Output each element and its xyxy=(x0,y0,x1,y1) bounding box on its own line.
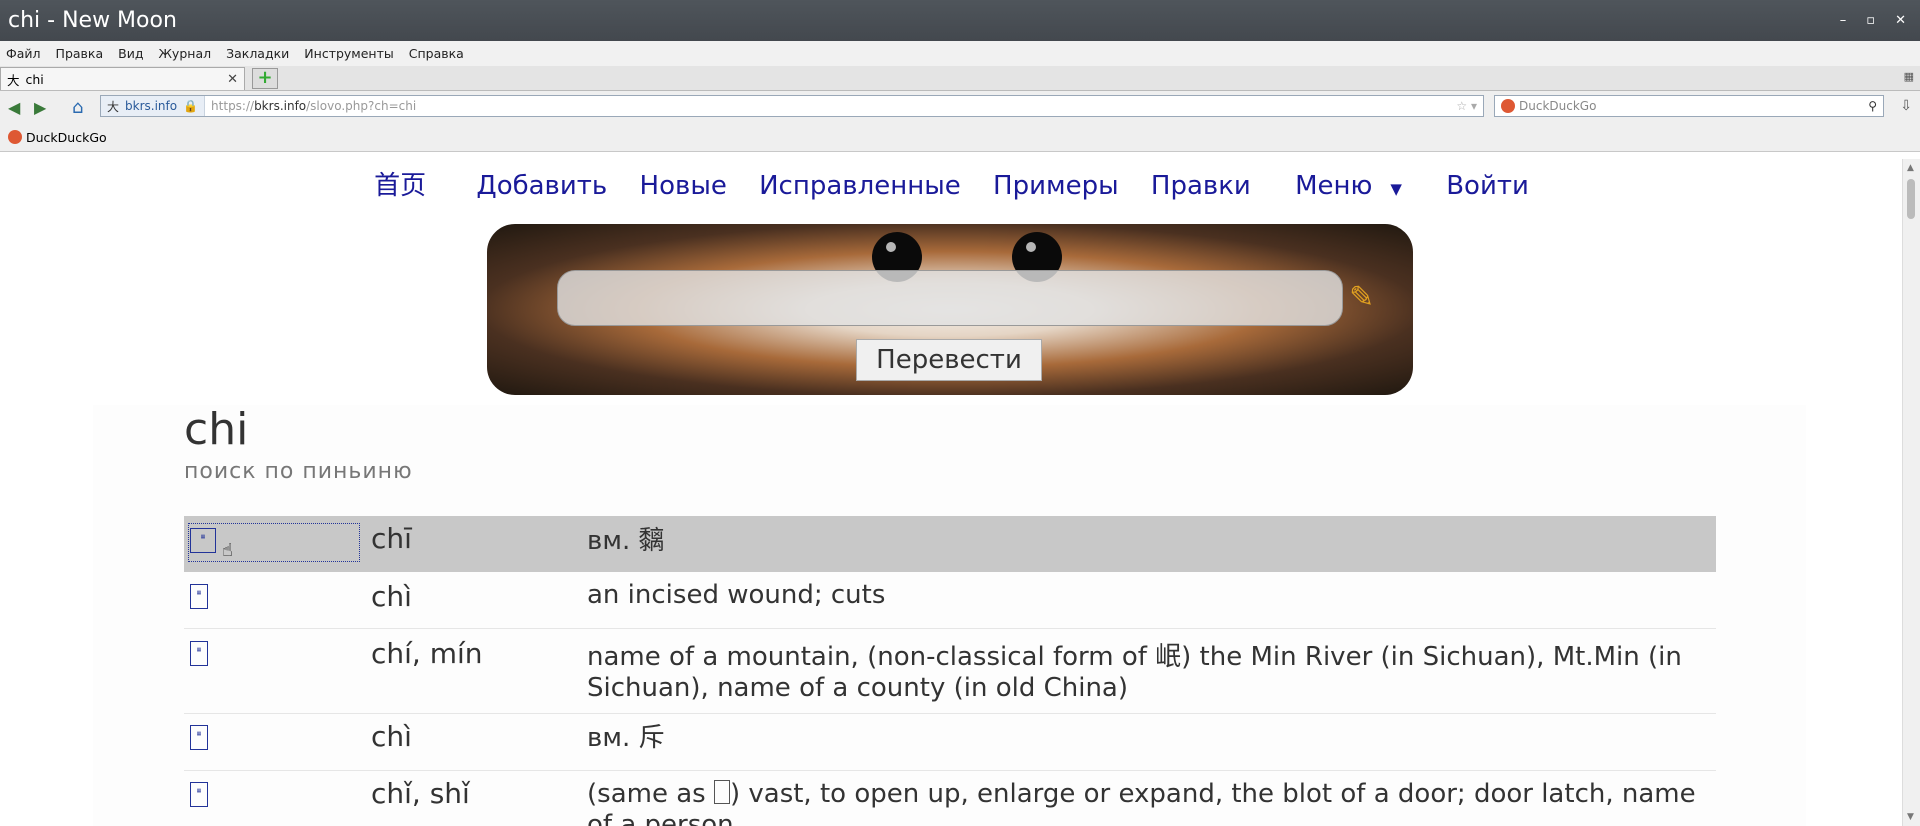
search-banner: ✎ Перевести xyxy=(487,224,1413,395)
site-favicon-icon: 大 xyxy=(107,99,120,114)
scroll-down-icon[interactable]: ▼ xyxy=(1907,812,1914,822)
window-controls: – ▫ ✕ xyxy=(1840,13,1906,28)
definition: (same as ) vast, to open up, enlarge or … xyxy=(587,779,1697,826)
tab-chi[interactable]: 大 chi ✕ xyxy=(0,67,245,90)
vertical-scrollbar[interactable]: ▲ ▼ xyxy=(1902,159,1920,826)
bookmarks-toolbar: DuckDuckGo xyxy=(0,123,1920,152)
translate-input[interactable] xyxy=(557,270,1343,326)
menu-edit[interactable]: Правка xyxy=(56,46,104,61)
nav-login[interactable]: Войти xyxy=(1446,171,1529,201)
url-path: /slovo.php?ch=chi xyxy=(306,99,417,113)
page-content: 首页 Добавить Новые Исправленные Примеры П… xyxy=(0,159,1903,826)
url-bar[interactable]: 大 bkrs.info 🔒 https://bkrs.info/slovo.ph… xyxy=(100,95,1484,117)
url-domain: bkrs.info xyxy=(254,99,307,113)
forward-icon[interactable]: ▶ xyxy=(34,98,52,117)
definition-before: (same as xyxy=(587,779,706,809)
search-placeholder: DuckDuckGo xyxy=(1519,99,1597,113)
duckduckgo-icon xyxy=(8,130,22,144)
table-row[interactable]: ▦ chǐ, shǐ (same as ) vast, to open up, … xyxy=(184,771,1716,826)
bookmark-duckduckgo[interactable]: DuckDuckGo xyxy=(26,130,107,145)
table-row[interactable]: ▦ chí, mín name of a mountain, (non-clas… xyxy=(184,629,1716,714)
menu-history[interactable]: Журнал xyxy=(158,46,211,61)
table-row[interactable]: ▦ chì an incised wound; cuts xyxy=(184,572,1716,629)
menu-file[interactable]: Файл xyxy=(6,46,41,61)
menu-bookmarks[interactable]: Закладки xyxy=(226,46,289,61)
nav-menu[interactable]: Меню ▼ xyxy=(1283,171,1414,201)
definition: name of a mountain, (non-classical form … xyxy=(587,642,1682,703)
tab-label: chi xyxy=(25,71,44,87)
scrollbar-thumb[interactable] xyxy=(1907,179,1915,219)
page-subtitle: поиск по пиньиню xyxy=(184,459,413,484)
table-row[interactable]: ▦ ☝ chī вм. 黐 xyxy=(184,516,1716,572)
search-bar[interactable]: DuckDuckGo ⚲ xyxy=(1494,95,1884,117)
definition-after: ) vast, to open up, enlarge or expand, t… xyxy=(587,779,1696,826)
character-image-icon[interactable]: ▦ xyxy=(190,725,208,750)
nav-home[interactable]: 首页 xyxy=(374,171,426,201)
pinyin: chì xyxy=(371,720,412,753)
site-favicon-icon: 大 xyxy=(7,72,20,88)
bookmark-star-icon[interactable]: ☆ ▾ xyxy=(1456,99,1477,113)
window-title: chi - New Moon xyxy=(8,8,177,33)
close-tab-icon[interactable]: ✕ xyxy=(227,72,238,87)
lock-icon: 🔒 xyxy=(183,99,199,113)
pinyin: chǐ, shǐ xyxy=(371,777,470,810)
back-icon[interactable]: ◀ xyxy=(8,98,26,117)
identity-label: bkrs.info xyxy=(125,99,178,113)
scroll-up-icon[interactable]: ▲ xyxy=(1907,163,1914,173)
downloads-icon[interactable]: ⇩ xyxy=(1900,98,1912,114)
home-icon[interactable]: ⌂ xyxy=(72,97,83,118)
pinyin: chì xyxy=(371,580,412,613)
table-row[interactable]: ▦ chì вм. 斥 xyxy=(184,714,1716,771)
menu-tools[interactable]: Инструменты xyxy=(304,46,393,61)
nav-add[interactable]: Добавить xyxy=(476,171,607,201)
duckduckgo-icon[interactable] xyxy=(1501,99,1515,113)
menu-view[interactable]: Вид xyxy=(118,46,143,61)
character-image-icon[interactable]: ▦ xyxy=(190,641,208,666)
menu-help[interactable]: Справка xyxy=(409,46,464,61)
site-navigation: 首页 Добавить Новые Исправленные Примеры П… xyxy=(0,165,1903,202)
nav-menu-label: Меню xyxy=(1295,171,1373,201)
character-image-icon[interactable]: ▦ xyxy=(190,782,208,807)
menubar: Файл Правка Вид Журнал Закладки Инструме… xyxy=(0,41,1920,66)
results-table: ▦ ☝ chī вм. 黐 ▦ chì an incised wound; cu… xyxy=(184,516,1716,826)
missing-glyph-icon xyxy=(713,780,730,804)
nav-examples[interactable]: Примеры xyxy=(993,171,1119,201)
navigation-toolbar: ◀ ▶ ⌂ 大 bkrs.info 🔒 https://bkrs.info/sl… xyxy=(0,91,1920,123)
tab-strip: 大 chi ✕ + ▦ xyxy=(0,66,1920,91)
character-image-icon[interactable]: ▦ xyxy=(190,584,208,609)
hand-cursor-icon: ☝ xyxy=(222,540,233,561)
definition: вм. 斥 xyxy=(587,723,665,753)
new-tab-button[interactable]: + xyxy=(252,68,278,89)
nav-corrected[interactable]: Исправленные xyxy=(759,171,961,201)
nav-edits[interactable]: Правки xyxy=(1151,171,1251,201)
url-prefix: https:// xyxy=(211,99,255,113)
pencil-icon[interactable]: ✎ xyxy=(1349,280,1374,315)
nav-new[interactable]: Новые xyxy=(640,171,727,201)
definition: an incised wound; cuts xyxy=(587,580,886,610)
translate-button[interactable]: Перевести xyxy=(856,339,1042,381)
minimize-icon[interactable]: – xyxy=(1840,13,1847,28)
window-titlebar: chi - New Moon – ▫ ✕ xyxy=(0,0,1920,41)
dropdown-caret-icon: ▼ xyxy=(1390,180,1402,198)
definition: вм. 黐 xyxy=(587,526,665,556)
site-identity[interactable]: 大 bkrs.info 🔒 xyxy=(101,96,206,116)
page-title: chi xyxy=(184,404,249,455)
pinyin: chī xyxy=(371,522,412,555)
search-icon[interactable]: ⚲ xyxy=(1868,99,1877,113)
tab-groups-icon[interactable]: ▦ xyxy=(1904,70,1914,83)
pinyin: chí, mín xyxy=(371,637,483,670)
restore-icon[interactable]: ▫ xyxy=(1866,13,1875,28)
close-window-icon[interactable]: ✕ xyxy=(1895,13,1906,28)
url-text[interactable]: https://bkrs.info/slovo.php?ch=chi xyxy=(211,99,416,113)
character-image-icon[interactable]: ▦ xyxy=(190,528,216,553)
